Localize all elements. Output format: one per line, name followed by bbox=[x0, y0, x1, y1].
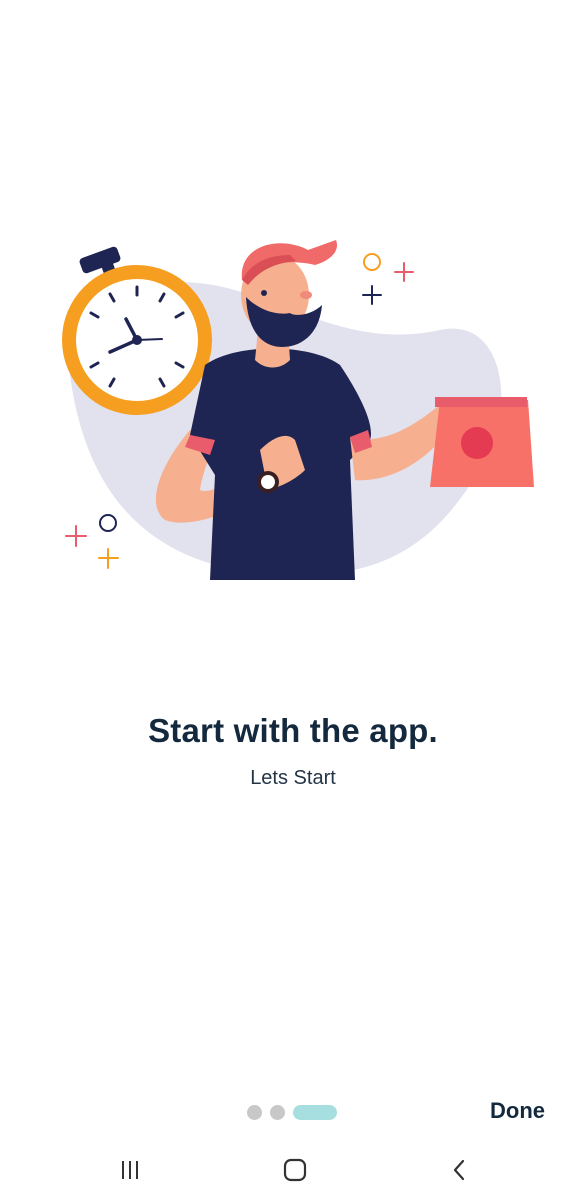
home-icon[interactable] bbox=[275, 1150, 315, 1190]
page-dot-3-active bbox=[293, 1104, 337, 1120]
page-dot-2 bbox=[270, 1104, 285, 1120]
back-icon[interactable] bbox=[440, 1150, 480, 1190]
stopwatch-icon bbox=[62, 246, 212, 415]
system-navigation-bar bbox=[0, 1140, 586, 1199]
recent-apps-icon[interactable] bbox=[110, 1150, 150, 1190]
onboarding-title: Start with the app. bbox=[148, 712, 438, 749]
onboarding-subtitle: Lets Start bbox=[250, 767, 336, 789]
page-dot-1 bbox=[247, 1104, 262, 1120]
done-button[interactable]: Done bbox=[490, 1098, 545, 1124]
delivery-illustration bbox=[62, 240, 534, 580]
page-indicator bbox=[247, 1104, 337, 1120]
